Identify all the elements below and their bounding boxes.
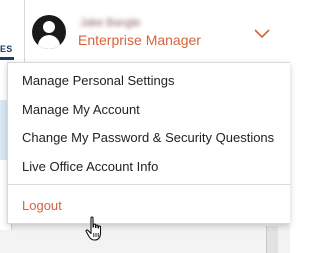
nav-tab-underline: [0, 57, 14, 60]
background-content: [0, 230, 290, 253]
user-name: Jake Bangle: [80, 17, 141, 29]
nav-tab-fragment[interactable]: ES: [0, 44, 12, 54]
menu-item-change-password[interactable]: Change My Password & Security Questions: [22, 130, 274, 145]
menu-item-manage-personal-settings[interactable]: Manage Personal Settings: [22, 73, 174, 88]
scrollbar[interactable]: [266, 226, 278, 253]
menu-item-live-office-account-info[interactable]: Live Office Account Info: [22, 159, 158, 174]
user-role: Enterprise Manager: [78, 32, 201, 48]
logout-link[interactable]: Logout: [22, 198, 62, 213]
user-menu-toggle[interactable]: Jake Bangle Enterprise Manager: [26, 8, 290, 62]
menu-item-manage-my-account[interactable]: Manage My Account: [22, 102, 140, 117]
chevron-down-icon[interactable]: [254, 29, 270, 39]
hand-pointer-icon: [85, 216, 102, 241]
menu-divider: [8, 184, 291, 185]
header-divider: [24, 0, 25, 62]
user-dropdown-menu: Manage Personal Settings Manage My Accou…: [7, 62, 291, 224]
screen: ES Jake Bangle Enterprise Manager Manage…: [0, 0, 291, 253]
user-avatar-icon: [32, 15, 66, 49]
